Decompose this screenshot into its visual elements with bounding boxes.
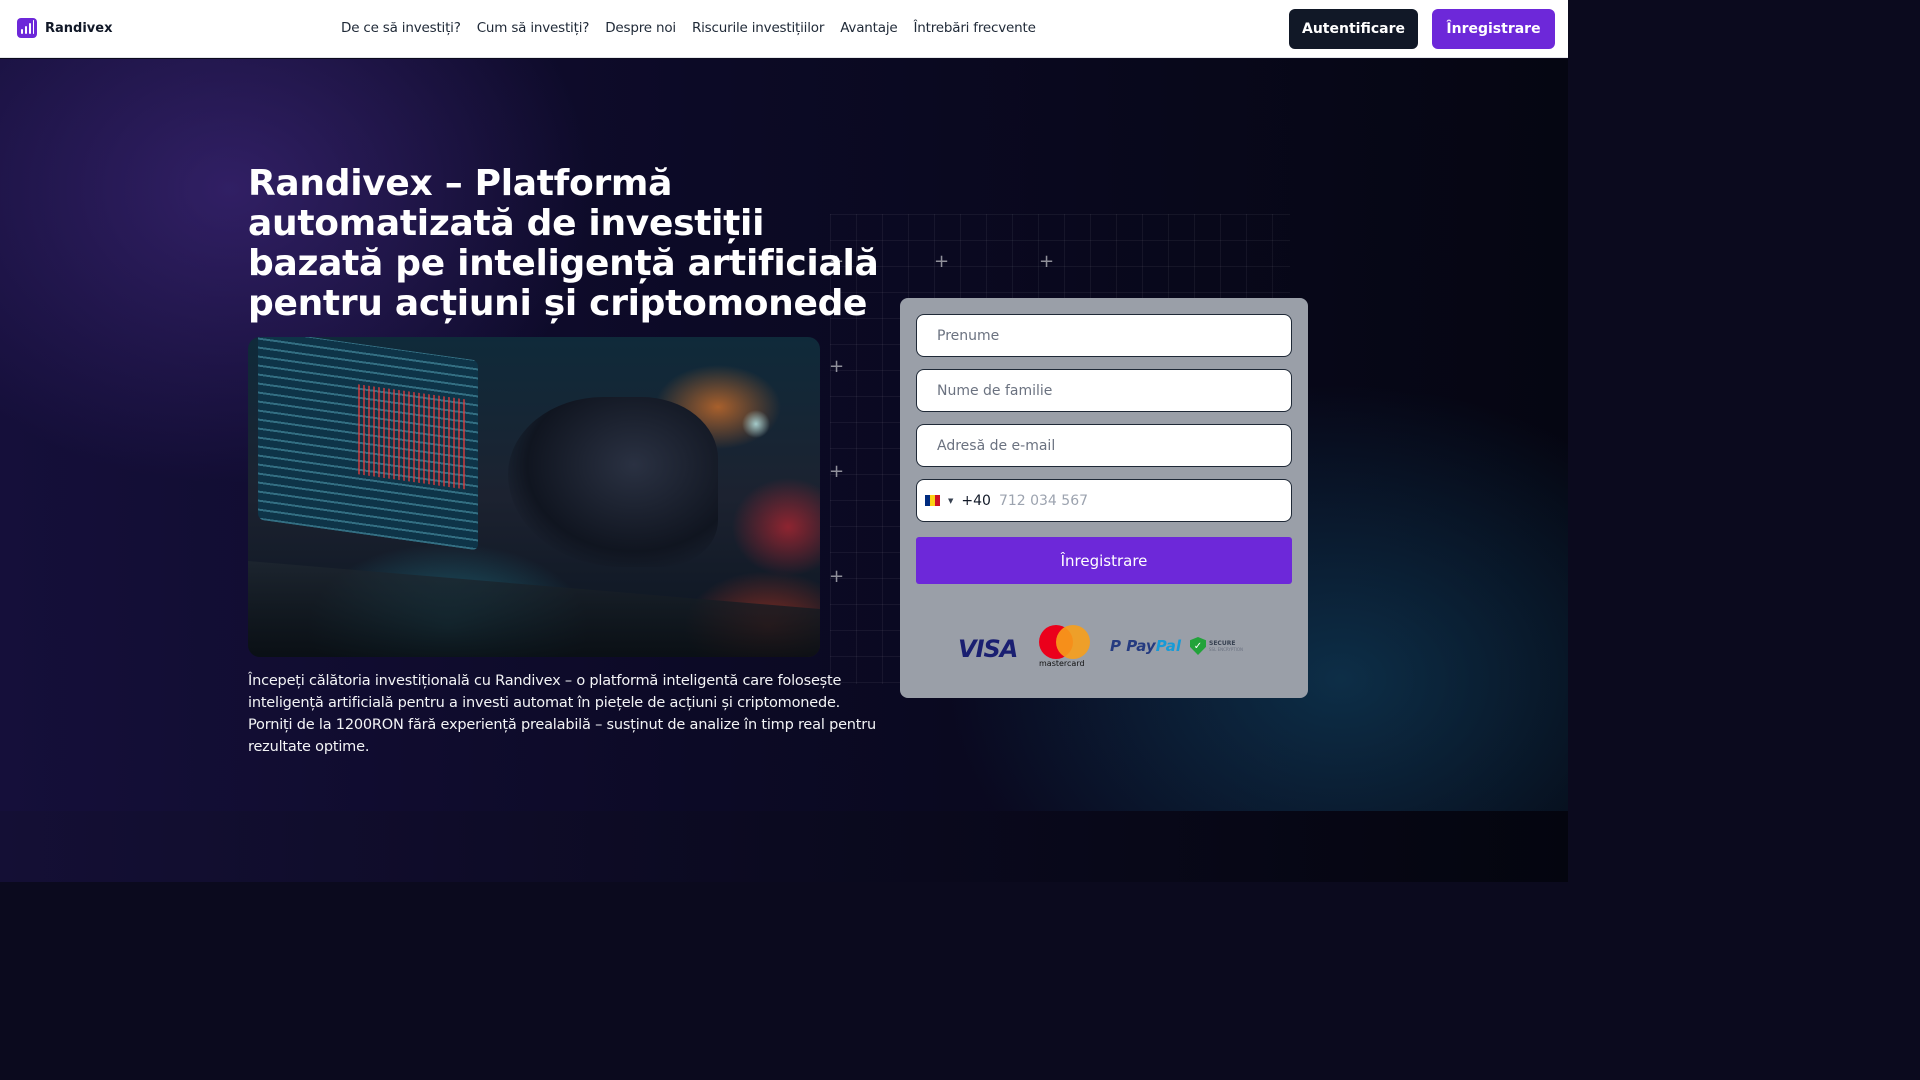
visa-logo-icon: VISA bbox=[958, 635, 1018, 663]
phone-input[interactable]: 712 034 567 bbox=[999, 493, 1088, 509]
menu-item-how-to-invest[interactable]: Cum să investiți? bbox=[477, 20, 590, 36]
paypal-pal-label: Pal bbox=[1155, 637, 1182, 655]
next-section-band bbox=[0, 811, 1568, 882]
plus-decoration-icon: + bbox=[1039, 251, 1055, 272]
payment-logos: VISA mastercard P PayPal ✓ SECURE SSL EN… bbox=[958, 625, 1258, 671]
plus-decoration-icon: + bbox=[934, 251, 950, 272]
romania-flag-icon[interactable] bbox=[925, 495, 940, 506]
chevron-down-icon[interactable]: ▼ bbox=[948, 497, 953, 505]
phone-dial-code: +40 bbox=[961, 492, 991, 509]
first-name-field[interactable]: Prenume bbox=[916, 314, 1292, 357]
brand-logo[interactable]: Randivex bbox=[17, 18, 112, 38]
menu-item-risks[interactable]: Riscurile investițiilor bbox=[692, 20, 824, 36]
email-field[interactable]: Adresă de e-mail bbox=[916, 424, 1292, 467]
plus-decoration-icon: + bbox=[829, 356, 845, 377]
hero-intro-text: Începeți călătoria investițională cu Ran… bbox=[248, 673, 877, 755]
ssl-secure-badge: ✓ SECURE SSL ENCRYPTION bbox=[1190, 637, 1243, 655]
bar-chart-icon bbox=[17, 18, 37, 38]
brand-name: Randivex bbox=[45, 20, 113, 36]
menu-item-faq[interactable]: Întrebări frecvente bbox=[913, 20, 1035, 36]
submit-register-button[interactable]: Înregistrare bbox=[916, 537, 1292, 584]
laptop-keyboard-graphic bbox=[248, 561, 820, 657]
candlestick-chart-graphic bbox=[358, 384, 468, 490]
hero-section: + + + + + + Randivex – Platformă automat… bbox=[0, 59, 1568, 811]
menu-item-advantages[interactable]: Avantaje bbox=[840, 20, 897, 36]
paypal-logo-icon: P PayPal bbox=[1110, 637, 1182, 655]
page-title: Randivex – Platformă automatizată de inv… bbox=[248, 163, 879, 324]
hero-image bbox=[248, 337, 820, 657]
mastercard-logo-icon: mastercard bbox=[1038, 625, 1092, 671]
top-navbar: Randivex De ce să investiți? Cum să inve… bbox=[0, 0, 1568, 58]
main-menu: De ce să investiți? Cum să investiți? De… bbox=[341, 20, 1036, 36]
plus-decoration-icon: + bbox=[829, 461, 845, 482]
registration-form: Prenume Nume de familie Adresă de e-mail… bbox=[900, 298, 1308, 698]
ssl-label: SSL ENCRYPTION bbox=[1209, 647, 1244, 652]
login-button[interactable]: Autentificare bbox=[1289, 9, 1418, 49]
phone-field[interactable]: ▼ +40 712 034 567 bbox=[916, 479, 1292, 522]
paypal-pay-label: Pay bbox=[1126, 637, 1156, 655]
plus-decoration-icon: + bbox=[829, 566, 845, 587]
shield-check-icon: ✓ bbox=[1190, 637, 1206, 655]
register-button[interactable]: Înregistrare bbox=[1432, 9, 1555, 49]
mastercard-label: mastercard bbox=[1039, 659, 1085, 668]
menu-item-why-invest[interactable]: De ce să investiți? bbox=[341, 20, 461, 36]
last-name-field[interactable]: Nume de familie bbox=[916, 369, 1292, 412]
robot-hand-graphic bbox=[508, 397, 718, 567]
menu-item-about[interactable]: Despre noi bbox=[605, 20, 676, 36]
secure-label: SECURE bbox=[1209, 640, 1236, 647]
